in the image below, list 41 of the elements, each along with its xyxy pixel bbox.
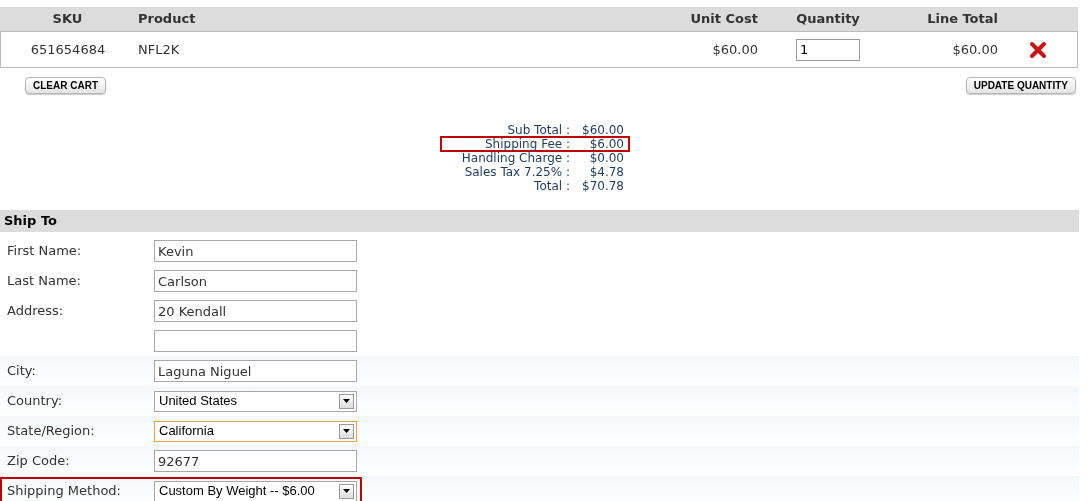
cart-button[interactable]: UPDATE QUANTITY: [965, 77, 1076, 94]
field-label: First Name:: [7, 243, 82, 259]
field-label: Zip Code:: [7, 453, 70, 469]
column-header: Product: [137, 10, 197, 29]
column-header: Unit Cost: [689, 10, 758, 29]
text-field[interactable]: Laguna Niguel: [154, 360, 357, 382]
summary-value: $70.78: [581, 179, 624, 193]
field-label: Address:: [7, 303, 64, 319]
summary-value: $0.00: [588, 151, 624, 165]
field-label: City:: [7, 363, 36, 379]
dropdown-field[interactable]: California: [154, 420, 357, 442]
table-cell-text: $60.00: [951, 40, 998, 59]
text-field[interactable]: Carlson: [154, 270, 357, 292]
cart-button[interactable]: CLEAR CART: [25, 77, 106, 94]
column-header: Line Total: [926, 10, 998, 29]
summary-label: Shipping Fee :: [483, 137, 570, 151]
summary-value: $6.00: [588, 137, 624, 151]
text-field[interactable]: Kevin: [154, 240, 357, 262]
text-field[interactable]: [154, 330, 357, 352]
field-label: State/Region:: [7, 423, 95, 439]
column-header: Quantity: [795, 10, 861, 29]
summary-label: Total :: [533, 179, 570, 193]
summary-label: Handling Charge :: [460, 151, 570, 165]
summary-value: $60.00: [581, 123, 624, 137]
field-label: Country:: [7, 393, 63, 409]
field-label: Shipping Method:: [7, 483, 121, 499]
summary-label: Sales Tax 7.25% :: [463, 165, 570, 179]
field-label: Last Name:: [7, 273, 81, 289]
table-cell-text: 651654684: [29, 40, 107, 59]
dropdown-field[interactable]: Custom By Weight -- $6.00: [154, 480, 357, 501]
text-field[interactable]: 20 Kendall: [154, 300, 357, 322]
dropdown-field[interactable]: United States: [154, 390, 357, 412]
summary-value: $4.78: [588, 165, 624, 179]
section-header: Ship To: [0, 210, 1079, 232]
summary-label: Sub Total :: [506, 123, 570, 137]
remove-icon[interactable]: [1028, 40, 1047, 59]
quantity-field[interactable]: 1: [796, 38, 860, 61]
table-cell-text: $60.00: [711, 40, 758, 59]
column-header: SKU: [51, 10, 84, 29]
text-field[interactable]: 92677: [154, 450, 357, 472]
table-cell-text: NFL2K: [137, 40, 181, 59]
